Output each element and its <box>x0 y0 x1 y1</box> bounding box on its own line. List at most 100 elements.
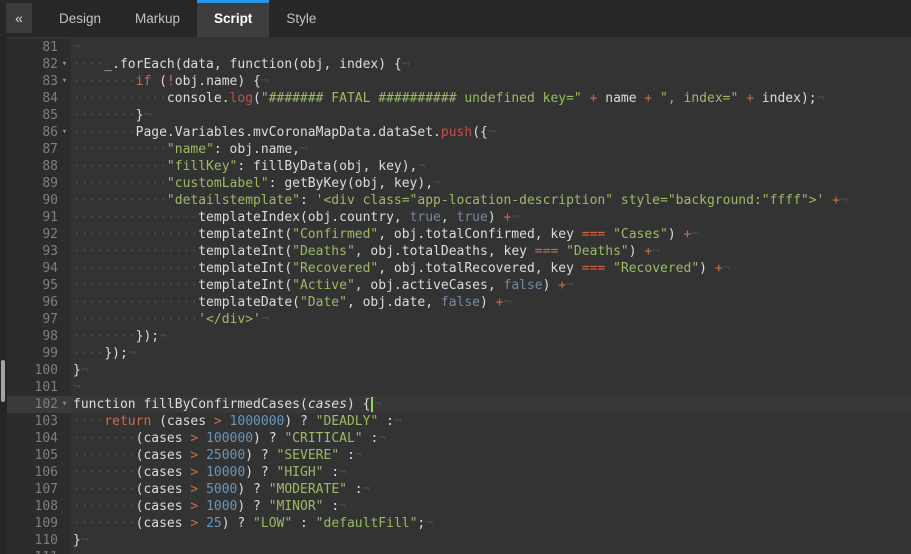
code-text[interactable]: ················templateIndex(obj.countr… <box>71 209 911 226</box>
line-number: 98 <box>42 328 58 345</box>
line-number: 92 <box>42 226 58 243</box>
line-number: 105 <box>35 447 58 464</box>
line-number: 111 <box>35 549 58 554</box>
line-number: 96 <box>42 294 58 311</box>
code-text[interactable]: ········(cases > 100000) ? "CRITICAL" :¬ <box>71 430 911 447</box>
line-number: 91 <box>42 209 58 226</box>
fold-spacer <box>58 481 71 498</box>
gutter: 84 <box>7 90 71 107</box>
fold-arrow-icon[interactable]: ▾ <box>58 124 71 141</box>
code-text[interactable]: ····});¬ <box>71 345 911 362</box>
code-text[interactable]: ················templateDate("Date", obj… <box>71 294 911 311</box>
whitespace-dots: ················ <box>73 295 198 310</box>
code-line: 108 ········(cases > 1000) ? "MINOR" :¬ <box>7 498 911 515</box>
eol-marker: ¬ <box>339 499 347 514</box>
line-number: 107 <box>35 481 58 498</box>
code-text[interactable] <box>71 549 911 554</box>
eol-marker: ¬ <box>402 57 410 72</box>
code-text[interactable]: ········(cases > 10000) ? "HIGH" :¬ <box>71 464 911 481</box>
code-line: 86▾········Page.Variables.mvCoronaMapDat… <box>7 124 911 141</box>
eol-marker: ¬ <box>81 363 89 378</box>
line-number: 108 <box>35 498 58 515</box>
code-text[interactable]: ················'</div>'¬ <box>71 311 911 328</box>
fold-arrow-icon[interactable]: ▾ <box>58 56 71 73</box>
whitespace-dots: ···· <box>73 414 104 429</box>
whitespace-dots: ················ <box>73 227 198 242</box>
eol-marker: ¬ <box>652 244 660 259</box>
eol-marker: ¬ <box>566 278 574 293</box>
code-text[interactable]: ········(cases > 25) ? "LOW" : "defaultF… <box>71 515 911 532</box>
code-text[interactable]: ········}¬ <box>71 107 911 124</box>
code-text[interactable]: }¬ <box>71 532 911 549</box>
code-text[interactable]: ····_.forEach(data, function(obj, index)… <box>71 56 911 73</box>
whitespace-dots: ········ <box>73 125 136 140</box>
code-text[interactable]: ················templateInt("Active", ob… <box>71 277 911 294</box>
code-line: 92 ················templateInt("Confirmed… <box>7 226 911 243</box>
fold-spacer <box>58 192 71 209</box>
whitespace-dots: ········ <box>73 74 136 89</box>
collapse-chevrons-icon: « <box>15 10 23 26</box>
code-text[interactable]: ············"fillKey": fillByData(obj, k… <box>71 158 911 175</box>
code-text[interactable]: ········(cases > 25000) ? "SEVERE" :¬ <box>71 447 911 464</box>
code-text[interactable]: ¬ <box>71 39 911 56</box>
code-text[interactable]: ········(cases > 5000) ? "MODERATE" :¬ <box>71 481 911 498</box>
code-line: 82▾····_.forEach(data, function(obj, ind… <box>7 56 911 73</box>
code-line: 99 ····});¬ <box>7 345 911 362</box>
code-line: 110}¬ <box>7 532 911 549</box>
code-text[interactable]: ········Page.Variables.mvCoronaMapData.d… <box>71 124 911 141</box>
fold-arrow-icon[interactable]: ▾ <box>58 396 71 413</box>
eol-marker: ¬ <box>261 312 269 327</box>
gutter: 109 <box>7 515 71 532</box>
line-number: 82 <box>42 56 58 73</box>
code-text[interactable]: ················templateInt("Recovered",… <box>71 260 911 277</box>
gutter: 110 <box>7 532 71 549</box>
whitespace-dots: ········ <box>73 465 136 480</box>
code-line: 109········(cases > 25) ? "LOW" : "defau… <box>7 515 911 532</box>
left-scrollbar-thumb[interactable] <box>1 360 5 402</box>
tab-style[interactable]: Style <box>269 0 333 37</box>
eol-marker: ¬ <box>504 295 512 310</box>
line-number: 84 <box>42 90 58 107</box>
line-number: 99 <box>42 345 58 362</box>
line-number: 83 <box>42 73 58 90</box>
code-text[interactable]: ················templateInt("Confirmed",… <box>71 226 911 243</box>
code-text[interactable]: ············"detailstemplate": '<div cla… <box>71 192 911 209</box>
code-text[interactable]: ····return (cases > 1000000) ? "DEADLY" … <box>71 413 911 430</box>
tab-markup[interactable]: Markup <box>118 0 197 37</box>
code-text[interactable]: ¬ <box>71 379 911 396</box>
line-number: 100 <box>35 362 58 379</box>
eol-marker: ¬ <box>840 193 848 208</box>
gutter: 90 <box>7 192 71 209</box>
tab-design[interactable]: Design <box>42 0 118 37</box>
eol-marker: ¬ <box>143 108 151 123</box>
code-text[interactable]: ········(cases > 1000) ? "MINOR" :¬ <box>71 498 911 515</box>
fold-spacer <box>58 175 71 192</box>
fold-spacer <box>58 226 71 243</box>
code-line: 91 ················templateIndex(obj.coun… <box>7 209 911 226</box>
fold-spacer <box>58 498 71 515</box>
code-text[interactable]: ············console.log("####### FATAL #… <box>71 90 911 107</box>
collapse-panel-button[interactable]: « <box>6 3 32 33</box>
code-text[interactable]: ········if (!obj.name) {¬ <box>71 73 911 90</box>
code-line: 106 ········(cases > 10000) ? "HIGH" :¬ <box>7 464 911 481</box>
code-line: 101¬ <box>7 379 911 396</box>
code-area[interactable]: 81¬82▾····_.forEach(data, function(obj, … <box>7 37 911 554</box>
fold-spacer <box>58 311 71 328</box>
whitespace-dots: ················ <box>73 210 198 225</box>
fold-spacer <box>58 141 71 158</box>
fold-spacer <box>58 243 71 260</box>
code-text[interactable]: ············"name": obj.name,¬ <box>71 141 911 158</box>
code-text[interactable]: ········});¬ <box>71 328 911 345</box>
code-line: 102▾function fillByConfirmedCases(cases)… <box>7 396 911 413</box>
gutter: 93 <box>7 243 71 260</box>
code-line: 83▾········if (!obj.name) {¬ <box>7 73 911 90</box>
code-text[interactable]: ················templateInt("Deaths", ob… <box>71 243 911 260</box>
code-text[interactable]: ············"customLabel": getByKey(obj,… <box>71 175 911 192</box>
code-text[interactable]: }¬ <box>71 362 911 379</box>
whitespace-dots: ················ <box>73 244 198 259</box>
code-text[interactable]: function fillByConfirmedCases(cases) {¬ <box>71 396 911 413</box>
line-number: 106 <box>35 464 58 481</box>
whitespace-dots: ···· <box>73 346 104 361</box>
tab-script[interactable]: Script <box>197 0 269 37</box>
fold-arrow-icon[interactable]: ▾ <box>58 73 71 90</box>
